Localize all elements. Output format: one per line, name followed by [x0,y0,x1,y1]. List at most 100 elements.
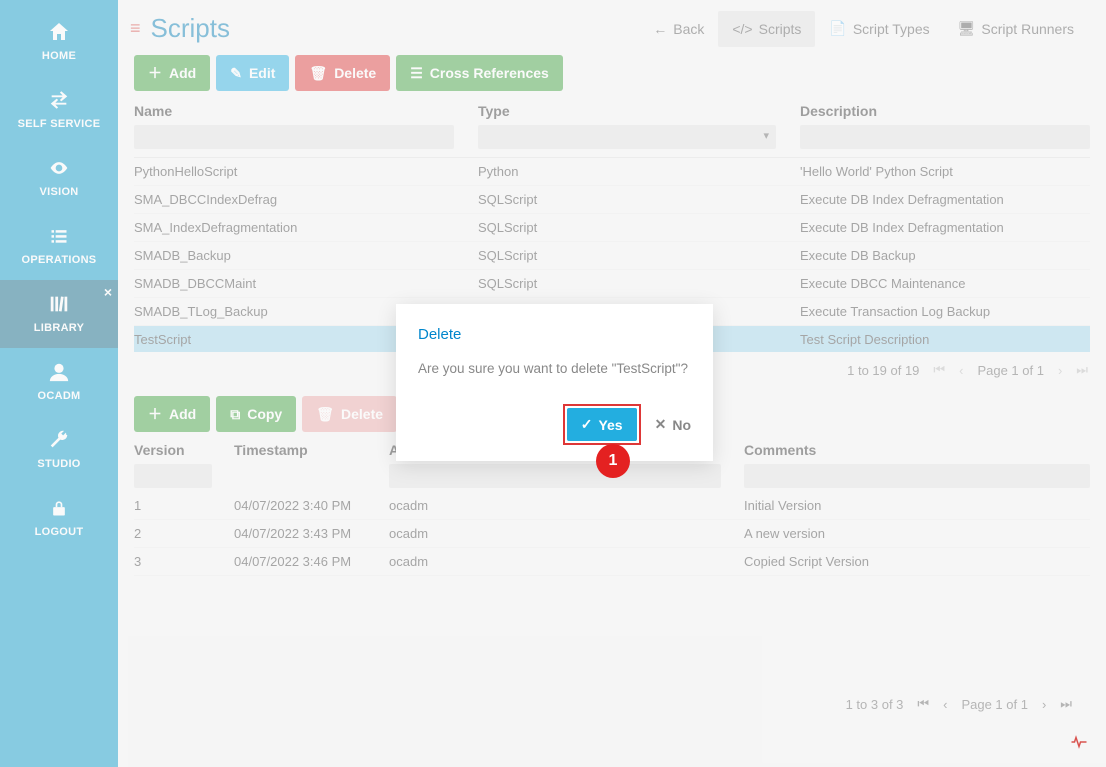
action-bar: ＋ Add ✎ Edit 🗑 Delete ☰Cross References [118,47,1106,103]
pager-prev-icon[interactable]: ‹ [959,363,963,378]
sidebar-item-library[interactable]: × LIBRARY [0,280,118,348]
nav-tab-scripts[interactable]: </> Scripts [718,11,815,47]
pager-first-icon[interactable]: ⏮ [933,362,945,378]
home-icon [46,18,72,46]
cell-description: Execute Transaction Log Backup [800,304,1090,319]
sidebar-item-label: HOME [42,50,76,62]
no-button[interactable]: ✕ No [655,416,691,433]
table-row[interactable]: 204/07/2022 3:43 PMocadmA new version [134,520,1090,548]
sidebar-item-operations[interactable]: OPERATIONS [0,212,118,280]
table-row[interactable]: SMA_IndexDefragmentation SQLScript Execute… [134,214,1090,242]
cell-type: SQLScript [478,276,776,291]
yes-button[interactable]: ✓Yes [567,408,637,441]
nav-tabs: ← Back </> Scripts 📄 Script Types 🖥 Scri… [639,10,1088,47]
table-row[interactable]: PythonHelloScriptPython'Hello World' Pyt… [134,158,1090,186]
button-label: Copy [247,406,282,422]
plus-icon: ＋ [148,404,162,424]
button-label: Add [169,65,196,81]
add-button[interactable]: ＋ Add [134,55,210,91]
filter-type-select[interactable] [478,125,776,149]
cell-name: SMA_IndexDefragmentation [134,220,454,235]
pager-last-icon[interactable]: ⏭ [1060,696,1072,712]
close-icon[interactable]: × [104,284,112,300]
filter-description-input[interactable] [800,125,1090,149]
cell-description: Execute DB Index Defragmentation [800,220,1090,235]
filter-name-input[interactable] [134,125,454,149]
sidebar-item-ocadm[interactable]: OCADM [0,348,118,416]
nav-tab-script-types[interactable]: 📄 Script Types [815,10,943,47]
sidebar-item-logout[interactable]: LOGOUT [0,484,118,552]
nav-tab-label: Script Runners [981,21,1074,37]
table-row[interactable]: 304/07/2022 3:46 PMocadmCopied Script Ve… [134,548,1090,576]
col-header-type[interactable]: Type [478,103,776,119]
sidebar-item-home[interactable]: HOME [0,8,118,76]
sidebar-item-label: LOGOUT [35,526,84,538]
cell-author: ocadm [389,526,744,541]
sidebar-item-self-service[interactable]: SELF SERVICE [0,76,118,144]
trash-icon: 🗑 [316,406,334,423]
col-header-description[interactable]: Description [800,103,1090,119]
close-icon: ✕ [655,416,667,433]
lock-icon [49,494,69,522]
trash-icon: 🗑 [309,65,327,82]
callout-badge: 1 [596,444,630,478]
modal-actions: ✓Yes ✕ No [418,404,691,445]
code-icon: </> [732,21,752,37]
copy-icon: ⧉ [230,406,240,423]
cell-description: Execute DB Backup [800,248,1090,263]
cell-version: 2 [134,526,234,541]
sidebar-item-label: VISION [39,186,78,198]
delete-button[interactable]: 🗑 Delete [295,55,390,91]
col-header-version[interactable]: Version [134,442,234,458]
filter-comments-input[interactable] [744,464,1090,488]
pager-first-icon[interactable]: ⏮ [917,696,929,712]
table-row[interactable]: SMADB_BackupSQLScriptExecute DB Backup [134,242,1090,270]
pager-next-icon[interactable]: › [1042,697,1046,712]
pager-range: 1 to 3 of 3 [846,697,904,712]
add-version-button[interactable]: ＋ Add [134,396,210,432]
sidebar-item-studio[interactable]: STUDIO [0,416,118,484]
edit-button[interactable]: ✎ Edit [216,55,289,91]
filter-version-input[interactable] [134,464,212,488]
table-row[interactable]: 104/07/2022 3:40 PMocadmInitial Version [134,492,1090,520]
sidebar-item-label: STUDIO [37,458,80,470]
button-label: Cross References [430,65,549,81]
table-row[interactable]: SMADB_DBCCMaint SQLScript Execute DBCC Mai… [134,270,1090,298]
cell-author: ocadm [389,498,744,513]
pager-prev-icon[interactable]: ‹ [943,697,947,712]
cell-name: SMADB_DBCCMaint [134,276,454,291]
copy-version-button[interactable]: ⧉ Copy [216,396,296,432]
hamburger-icon[interactable]: ≡ [130,18,141,39]
col-header-timestamp[interactable]: Timestamp [234,442,389,458]
nav-tab-back[interactable]: ← Back [639,11,718,47]
sidebar-item-vision[interactable]: VISION [0,144,118,212]
cell-comments: Copied Script Version [744,554,1090,569]
monitor-icon: 🖥 [958,20,976,37]
button-label: Edit [249,65,275,81]
cell-description: Execute DBCC Maintenance [800,276,1090,291]
cell-comments: A new version [744,526,1090,541]
pencil-icon: ✎ [230,65,242,82]
pager-last-icon[interactable]: ⏭ [1076,362,1088,378]
plus-icon: ＋ [148,63,162,83]
eye-icon [45,154,73,182]
cell-type: SQLScript [478,220,776,235]
col-header-comments[interactable]: Comments [744,442,1090,458]
cell-type: SQLScript [478,192,776,207]
button-label: Delete [334,65,376,81]
cell-description: Execute DB Index Defragmentation [800,192,1090,207]
button-label: No [672,417,691,433]
button-label: Delete [341,406,383,422]
delete-version-button[interactable]: 🗑 Delete [302,396,397,432]
pager-next-icon[interactable]: › [1058,363,1062,378]
modal-title: Delete [418,326,691,343]
table-row[interactable]: SMA_DBCCIndexDefragSQLScriptExecute DB I… [134,186,1090,214]
cross-references-button[interactable]: ☰Cross References [396,55,563,91]
nav-tab-script-runners[interactable]: 🖥 Script Runners [944,10,1088,47]
button-label: Add [169,406,196,422]
col-header-name[interactable]: Name [134,103,454,119]
cell-comments: Initial Version [744,498,1090,513]
modal-message: Are you sure you want to delete "TestScr… [418,361,691,376]
filter-author-input[interactable] [389,464,721,488]
yes-highlight-box: ✓Yes [563,404,641,445]
